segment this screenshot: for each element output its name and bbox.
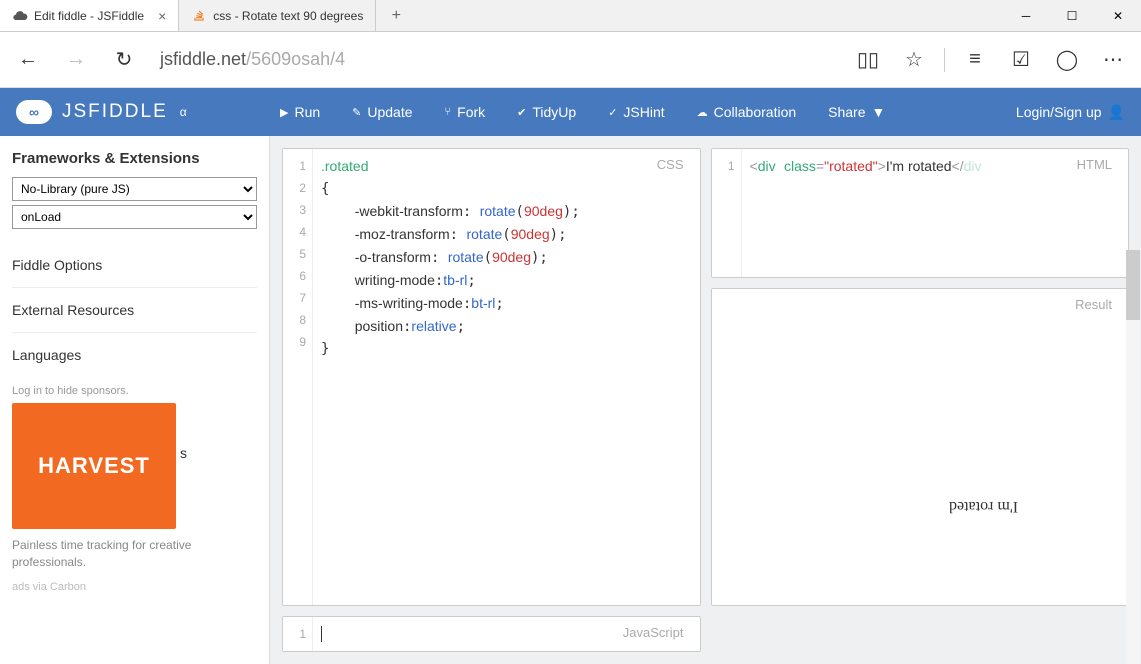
sidebar-heading: Frameworks & Extensions	[12, 150, 257, 167]
wrap-select[interactable]: onLoad	[12, 205, 257, 229]
close-window-button[interactable]: ✕	[1095, 0, 1141, 31]
line-gutter: 1	[283, 617, 313, 651]
app-header: ∞ JSFIDDLE α ▶Run ✎Update ⑂Fork ✔TidyUp …	[0, 88, 1141, 136]
editor-grid: 1 <div class="rotated">I'm rotated</div …	[270, 136, 1141, 664]
alpha-badge: α	[180, 105, 187, 119]
window-controls: ─ ☐ ✕	[1003, 0, 1141, 31]
update-button[interactable]: ✎Update	[336, 88, 428, 136]
css-pane[interactable]: 123456789 .rotated { -webkit-transform: …	[282, 148, 701, 606]
browser-navbar: ← → ↻ jsfiddle.net/5609osah/4 ▯▯ ☆ ≡ ☑ ◯…	[0, 32, 1141, 88]
brand-text: JSFIDDLE	[62, 101, 168, 123]
browser-tab[interactable]: css - Rotate text 90 degrees	[179, 0, 376, 31]
cloud-icon	[12, 8, 28, 24]
sidebar-item-languages[interactable]: Languages	[12, 333, 257, 377]
new-tab-button[interactable]: +	[376, 0, 416, 31]
check-icon: ✓	[608, 106, 617, 119]
sidebar-item-external-resources[interactable]: External Resources	[12, 288, 257, 333]
fork-button[interactable]: ⑂Fork	[429, 88, 502, 136]
result-pane: I'm rotated Result	[711, 288, 1130, 606]
sidebar: Frameworks & Extensions No-Library (pure…	[0, 136, 270, 664]
pane-label-html: HTML	[1071, 155, 1118, 174]
sponsor-prompt: Log in to hide sponsors.	[12, 385, 257, 397]
hub-icon[interactable]: ≡	[955, 40, 995, 80]
tidyup-button[interactable]: ✔TidyUp	[501, 88, 592, 136]
pane-label-css: CSS	[651, 155, 690, 174]
notes-icon[interactable]: ☑	[1001, 40, 1041, 80]
reading-icon[interactable]: ▯▯	[848, 40, 888, 80]
browser-tab-active[interactable]: Edit fiddle - JSFiddle ×	[0, 0, 179, 31]
toolbar: ▶Run ✎Update ⑂Fork ✔TidyUp ✓JSHint ☁Coll…	[264, 88, 901, 136]
scrollbar[interactable]	[1126, 250, 1140, 664]
result-output: I'm rotated	[949, 497, 1018, 515]
jshint-button[interactable]: ✓JSHint	[592, 88, 680, 136]
share-icon[interactable]: ◯	[1047, 40, 1087, 80]
tab-title: css - Rotate text 90 degrees	[213, 9, 363, 23]
user-icon: 👤	[1108, 104, 1125, 121]
stackoverflow-icon	[191, 8, 207, 24]
logo[interactable]: ∞ JSFIDDLE α	[16, 100, 264, 124]
main: Frameworks & Extensions No-Library (pure…	[0, 136, 1141, 664]
sponsor-desc: Painless time tracking for creative prof…	[12, 537, 257, 571]
sidebar-item-fiddle-options[interactable]: Fiddle Options	[12, 243, 257, 288]
result-body: I'm rotated	[712, 289, 1129, 605]
chevron-down-icon: ▼	[872, 104, 886, 120]
pane-label-js: JavaScript	[617, 623, 690, 642]
ads-attribution: ads via Carbon	[12, 581, 257, 593]
address-bar[interactable]: jsfiddle.net/5609osah/4	[152, 42, 840, 78]
back-button[interactable]: ←	[8, 40, 48, 80]
line-gutter: 1	[712, 149, 742, 277]
separator	[944, 48, 945, 72]
play-icon: ▶	[280, 106, 288, 119]
share-button[interactable]: Share ▼	[812, 88, 901, 136]
login-button[interactable]: Login/Sign up 👤	[1016, 104, 1125, 121]
sidebar-peek: s	[180, 445, 187, 461]
cloud-logo-icon: ∞	[16, 100, 52, 124]
cloud-icon: ☁	[697, 106, 708, 119]
run-button[interactable]: ▶Run	[264, 88, 336, 136]
css-code[interactable]: .rotated { -webkit-transform: rotate(90d…	[313, 149, 700, 605]
pencil-icon: ✎	[352, 106, 361, 119]
close-icon[interactable]: ×	[158, 8, 166, 24]
fork-icon: ⑂	[445, 106, 452, 118]
check-icon: ✔	[517, 106, 526, 119]
line-gutter: 123456789	[283, 149, 313, 605]
refresh-button[interactable]: ↻	[104, 40, 144, 80]
minimize-button[interactable]: ─	[1003, 0, 1049, 31]
js-pane[interactable]: 1 JavaScript	[282, 616, 701, 652]
url-path: /5609osah/4	[246, 49, 345, 70]
forward-button[interactable]: →	[56, 40, 96, 80]
collaboration-button[interactable]: ☁Collaboration	[681, 88, 813, 136]
maximize-button[interactable]: ☐	[1049, 0, 1095, 31]
scroll-thumb[interactable]	[1126, 250, 1140, 320]
pane-label-result: Result	[1069, 295, 1118, 314]
library-select[interactable]: No-Library (pure JS)	[12, 177, 257, 201]
tab-title: Edit fiddle - JSFiddle	[34, 9, 144, 23]
more-icon[interactable]: ⋯	[1093, 40, 1133, 80]
html-pane[interactable]: 1 <div class="rotated">I'm rotated</div …	[711, 148, 1130, 278]
browser-titlebar: Edit fiddle - JSFiddle × css - Rotate te…	[0, 0, 1141, 32]
sponsor-ad[interactable]: HARVEST	[12, 403, 176, 529]
url-host: jsfiddle.net	[160, 49, 246, 70]
favorite-icon[interactable]: ☆	[894, 40, 934, 80]
